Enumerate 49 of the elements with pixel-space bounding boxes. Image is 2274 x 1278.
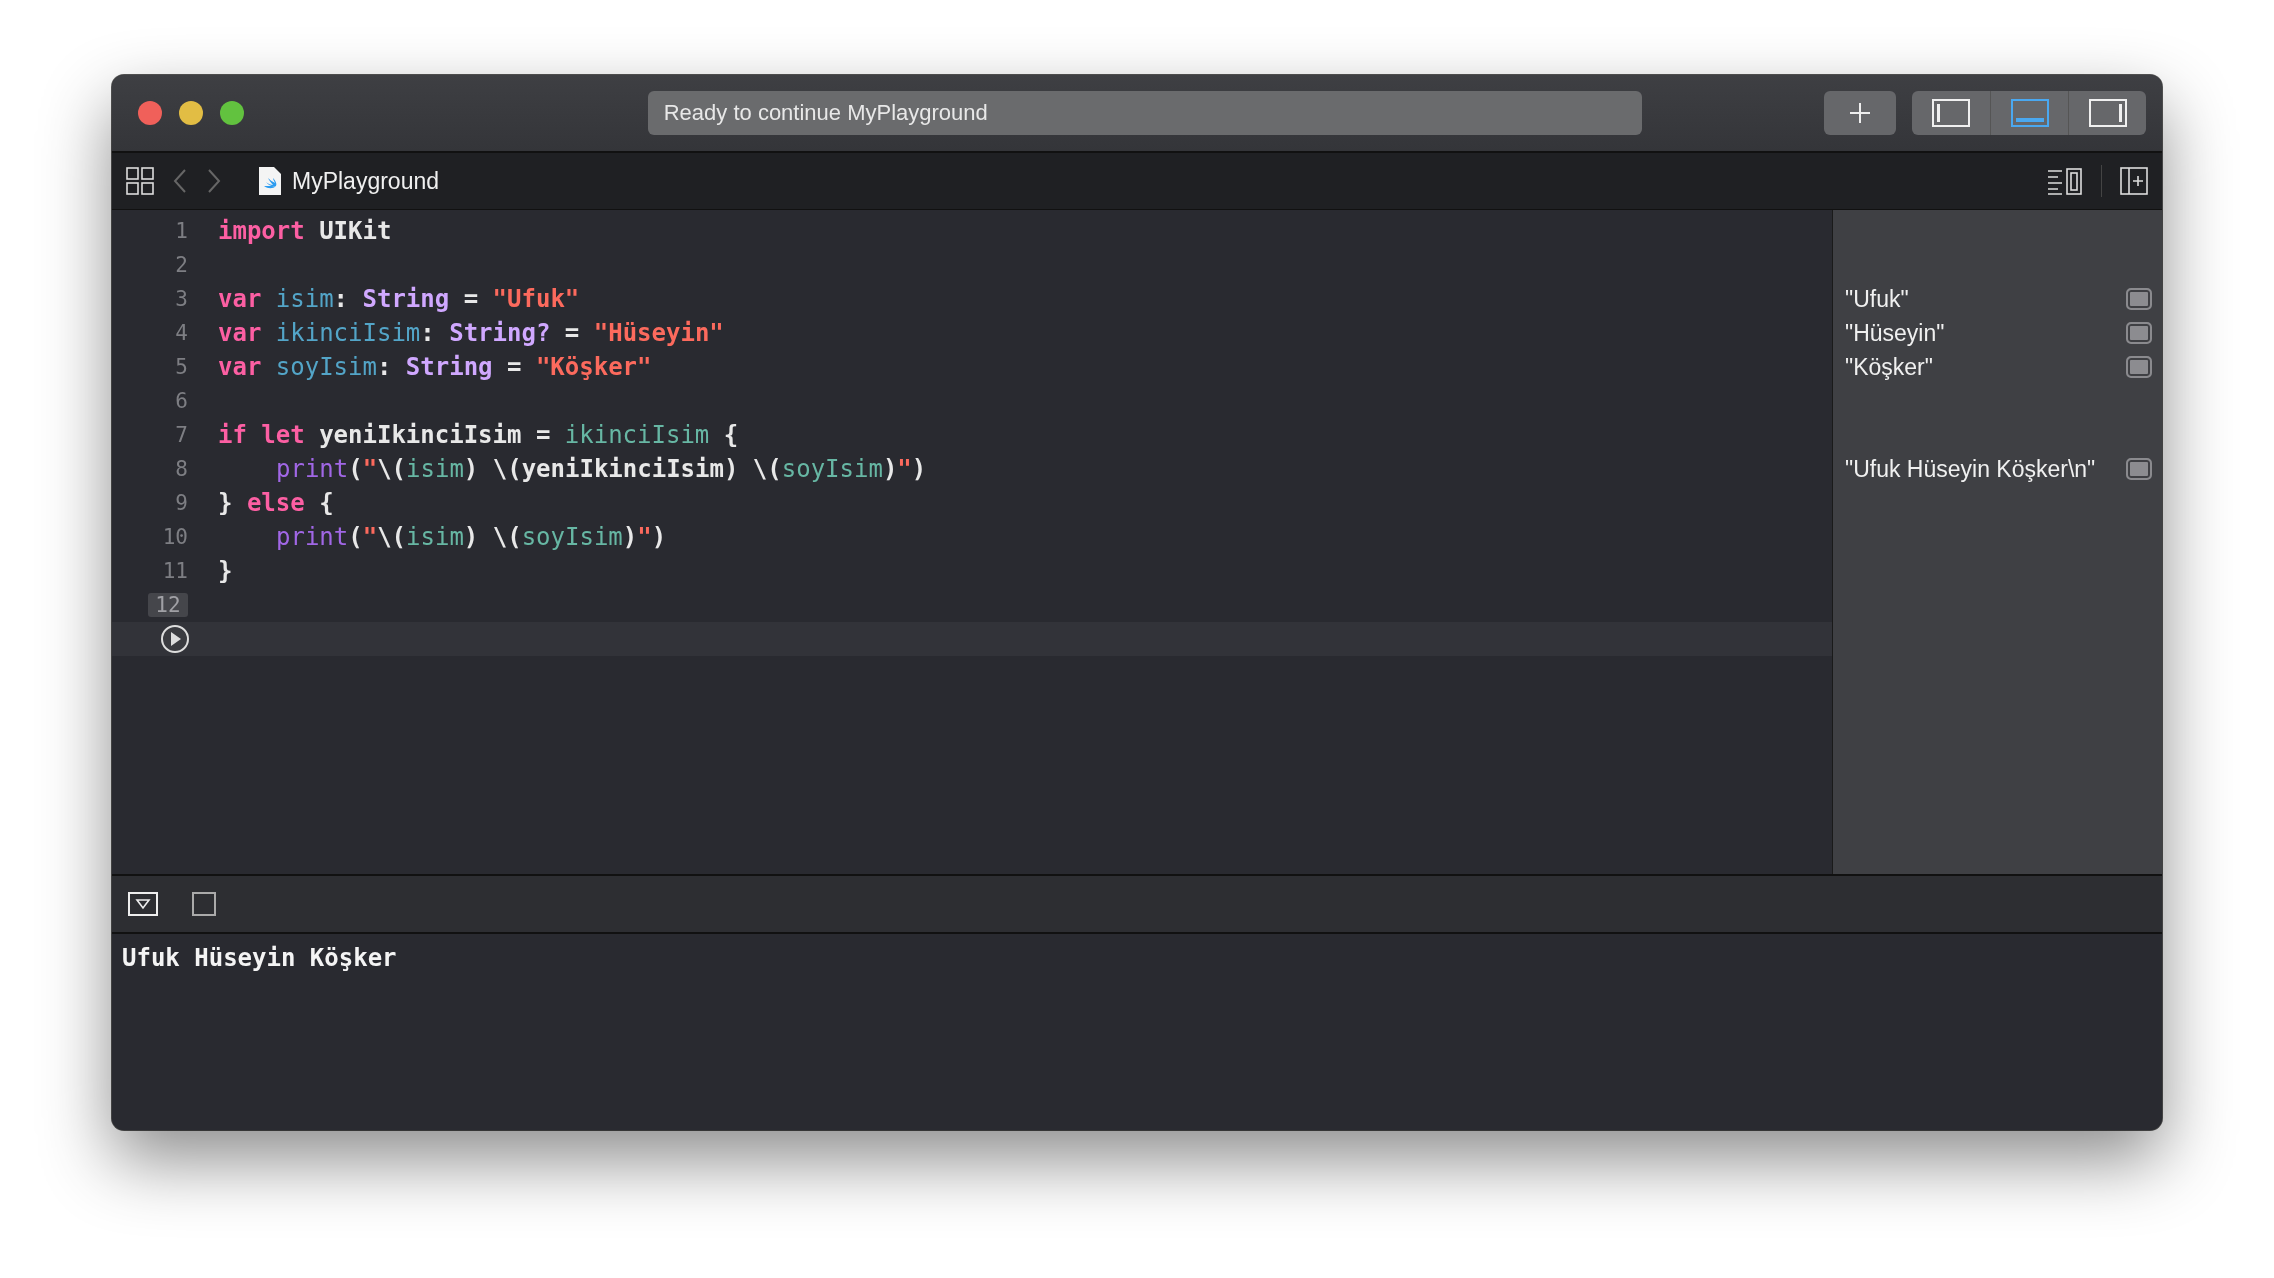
hide-debug-area-icon[interactable]	[128, 892, 158, 916]
code-line: }	[218, 557, 233, 585]
line-number: 10	[161, 525, 188, 549]
result-value: "Köşker"	[1845, 353, 1934, 381]
zoom-button[interactable]	[220, 101, 244, 125]
code-line: var ikinciIsim: String? = "Hüseyin"	[218, 319, 724, 347]
line-number: 7	[174, 423, 188, 447]
quick-look-button[interactable]	[2126, 356, 2152, 378]
run-button[interactable]	[160, 624, 190, 654]
code-line: import UIKit	[218, 217, 392, 245]
text-lines-icon[interactable]	[2047, 167, 2083, 195]
quick-look-button[interactable]	[2126, 458, 2152, 480]
forward-icon[interactable]	[206, 168, 222, 194]
line-number: 12	[148, 593, 188, 617]
result-value: "Ufuk"	[1845, 285, 1910, 313]
add-editor-icon[interactable]	[2120, 167, 2148, 195]
grid-icon[interactable]	[126, 167, 154, 195]
square-icon[interactable]	[192, 892, 216, 916]
left-panel-icon	[1932, 99, 1970, 127]
result-value: "Hüseyin"	[1845, 319, 1946, 347]
plus-icon	[1848, 101, 1872, 125]
line-number: 1	[174, 219, 188, 243]
console-output: Ufuk Hüseyin Köşker	[122, 944, 397, 972]
code-line: if let yeniIkinciIsim = ikinciIsim {	[218, 421, 739, 449]
back-icon[interactable]	[172, 168, 188, 194]
code-line: var isim: String = "Ufuk"	[218, 285, 580, 313]
line-number: 4	[174, 321, 188, 345]
line-number: 3	[174, 287, 188, 311]
line-number: 9	[174, 491, 188, 515]
result-value: "Ufuk Hüseyin Köşker\n"	[1845, 455, 2097, 483]
status-text: Ready to continue MyPlayground	[663, 100, 988, 126]
code-line: } else {	[218, 489, 334, 517]
line-number: 11	[161, 559, 188, 583]
code-line: print("\(isim) \(soyIsim)")	[276, 523, 667, 551]
swift-file-icon	[258, 166, 282, 196]
code-line: print("\(isim) \(yeniIkinciIsim) \(soyIsim)")	[276, 455, 927, 483]
bottom-panel-icon	[2010, 99, 2049, 127]
line-number: 6	[174, 389, 188, 413]
code-line: var soyIsim: String = "Köşker"	[218, 353, 652, 381]
add-button[interactable]	[1824, 91, 1896, 135]
quick-look-button[interactable]	[2126, 322, 2152, 344]
minimize-button[interactable]	[179, 101, 203, 125]
line-number: 5	[174, 355, 188, 379]
file-name[interactable]: MyPlayground	[292, 167, 440, 195]
line-number: 2	[174, 253, 188, 277]
quick-look-button[interactable]	[2126, 288, 2152, 310]
close-button[interactable]	[138, 101, 162, 125]
line-number: 8	[174, 457, 188, 481]
right-panel-icon	[2088, 99, 2127, 127]
